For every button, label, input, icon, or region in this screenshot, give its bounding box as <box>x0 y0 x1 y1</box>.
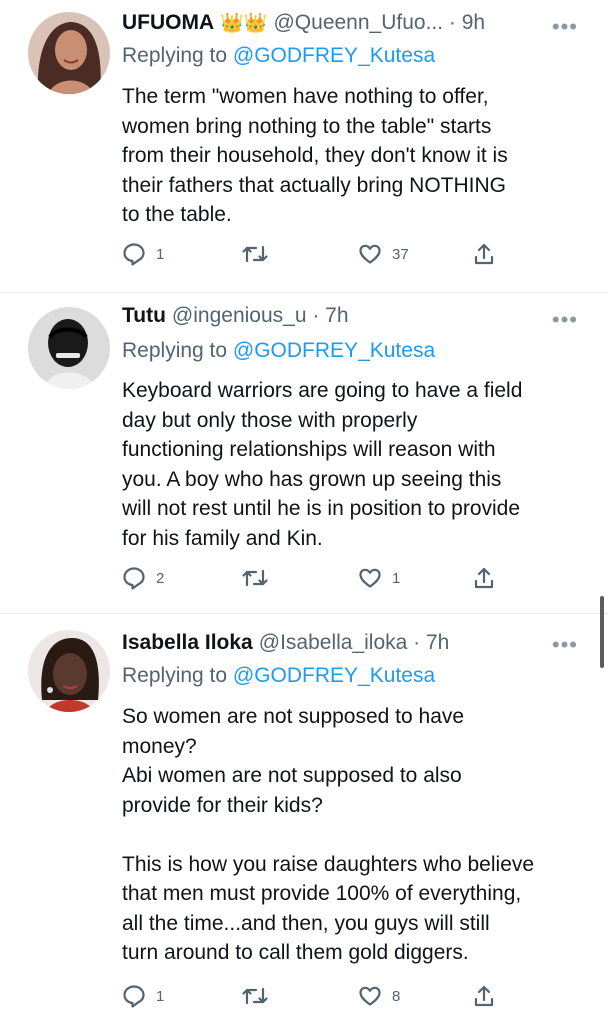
scrollbar[interactable] <box>600 596 604 668</box>
replying-to: Replying to @GODFREY_Kutesa <box>122 339 435 363</box>
retweet-button[interactable] <box>242 984 278 1008</box>
like-count: 8 <box>392 987 401 1005</box>
handle-and-time[interactable]: @ingenious_u · 7h <box>172 304 349 328</box>
retweet-icon <box>242 566 268 590</box>
like-button[interactable]: 37 <box>358 242 409 266</box>
reply-button[interactable]: 1 <box>122 984 164 1008</box>
reply-button[interactable]: 2 <box>122 566 164 590</box>
reply-count: 1 <box>156 987 165 1005</box>
reply-to-mention[interactable]: @GODFREY_Kutesa <box>233 44 435 67</box>
share-button[interactable] <box>472 984 496 1008</box>
display-name[interactable]: UFUOMA <box>122 11 214 35</box>
like-button[interactable]: 1 <box>358 566 400 590</box>
like-button[interactable]: 8 <box>358 984 400 1008</box>
reply-to-mention[interactable]: @GODFREY_Kutesa <box>233 339 435 362</box>
like-count: 37 <box>392 245 409 263</box>
retweet-button[interactable] <box>242 566 278 590</box>
reply-button[interactable]: 1 <box>122 242 164 266</box>
like-icon <box>358 242 382 266</box>
tweet-text: So women are not supposed to have money?… <box>122 705 535 964</box>
replying-to-label: Replying to <box>122 44 228 67</box>
reply-icon <box>122 242 146 266</box>
display-name[interactable]: Isabella Iloka <box>122 631 253 655</box>
retweet-icon <box>242 242 268 266</box>
tweet-text: Keyboard warriors are going to have a fi… <box>122 379 523 550</box>
tweet-actions: 2 1 <box>122 566 502 596</box>
display-name[interactable]: Tutu <box>122 304 166 328</box>
retweet-button[interactable] <box>242 242 278 266</box>
avatar[interactable] <box>28 12 110 94</box>
handle-and-time[interactable]: @Isabella_iloka · 7h <box>259 631 450 655</box>
share-icon <box>472 984 496 1008</box>
retweet-icon <box>242 984 268 1008</box>
tweet-text: The term "women have nothing to offer, w… <box>122 85 508 226</box>
tweet-1[interactable]: UFUOMA 👑👑 @Queenn_Ufuo... · 9h ••• Reply… <box>0 0 608 292</box>
like-count: 1 <box>392 569 401 587</box>
replying-to-label: Replying to <box>122 339 228 362</box>
replying-to: Replying to @GODFREY_Kutesa <box>122 664 435 688</box>
share-button[interactable] <box>472 566 496 590</box>
reply-count: 1 <box>156 245 165 263</box>
like-icon <box>358 984 382 1008</box>
replying-to: Replying to @GODFREY_Kutesa <box>122 44 435 68</box>
share-icon <box>472 242 496 266</box>
tweet-header: Isabella Iloka @Isabella_iloka · 7h <box>122 628 588 658</box>
more-icon[interactable]: ••• <box>552 634 578 656</box>
replying-to-label: Replying to <box>122 664 228 687</box>
avatar[interactable] <box>28 307 110 389</box>
reply-to-mention[interactable]: @GODFREY_Kutesa <box>233 664 435 687</box>
tweet-3[interactable]: Isabella Iloka @Isabella_iloka · 7h ••• … <box>0 614 608 1024</box>
tweet-2[interactable]: Tutu @ingenious_u · 7h ••• Replying to @… <box>0 293 608 613</box>
share-icon <box>472 566 496 590</box>
reply-count: 2 <box>156 569 165 587</box>
like-icon <box>358 566 382 590</box>
tweet-actions: 1 8 <box>122 984 502 1014</box>
avatar[interactable] <box>28 630 110 712</box>
crown-emoji-badges: 👑👑 <box>220 13 268 34</box>
tweet-actions: 1 37 <box>122 242 502 272</box>
share-button[interactable] <box>472 242 496 266</box>
reply-icon <box>122 566 146 590</box>
handle-and-time[interactable]: @Queenn_Ufuo... · 9h <box>273 11 485 35</box>
more-icon[interactable]: ••• <box>552 309 578 331</box>
tweet-header: UFUOMA 👑👑 @Queenn_Ufuo... · 9h <box>122 8 588 38</box>
more-icon[interactable]: ••• <box>552 16 578 38</box>
tweet-header: Tutu @ingenious_u · 7h <box>122 301 588 331</box>
reply-icon <box>122 984 146 1008</box>
